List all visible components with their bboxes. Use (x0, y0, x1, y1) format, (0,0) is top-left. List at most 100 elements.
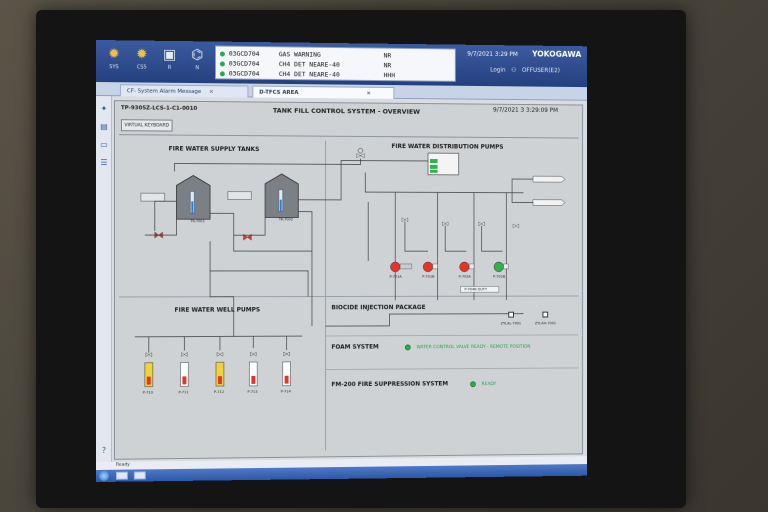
tank-tk-7001 (177, 175, 211, 219)
alarm-row[interactable]: 03GCD704 CH4 DET NEARE-40 HHH (219, 69, 453, 80)
level-transmitter-box (140, 193, 166, 203)
alarm-status-icon (219, 71, 225, 77)
section-biocide: BIOCIDE INJECTION PACKAGE (331, 304, 426, 312)
monitor-icon[interactable]: ▣ R (158, 47, 182, 77)
pump-p-702a-icon (460, 262, 474, 272)
discharge-arrow (533, 200, 565, 206)
pump-p-701b-icon (423, 262, 437, 272)
biocide-alarm-checkbox[interactable] (542, 311, 549, 318)
tab-tfcs-area[interactable]: D-TFCS AREA × (252, 85, 395, 99)
section-foam: FOAM SYSTEM (331, 343, 379, 351)
process-graphic: TP-9305Z-LCS-1-C1-0010 TANK FILL CONTROL… (113, 100, 584, 461)
user-area[interactable]: Login ⚇ OFFUSER(E2) (490, 67, 560, 75)
pump-p-701a-icon (390, 262, 411, 272)
biocide-alarm-checkbox[interactable] (508, 311, 514, 318)
alarm-level: NR (383, 51, 392, 60)
pipe (326, 172, 533, 326)
valve-icon (217, 352, 223, 356)
user-icon: ⚇ (511, 66, 517, 74)
system-clock: 9/7/2021 3:29 PM (467, 50, 518, 59)
icon-label: R (167, 64, 172, 71)
tab-alarm-message[interactable]: CF- System Alarm Message × (119, 84, 249, 98)
close-icon[interactable]: × (209, 89, 214, 95)
login-link[interactable]: Login (490, 67, 505, 74)
duty-label[interactable]: P-704B DUTY (464, 287, 487, 291)
alarm-status-icon (219, 61, 225, 67)
section-supply-tanks: FIRE WATER SUPPLY TANKS (168, 145, 260, 154)
icon-label: SYS (109, 64, 119, 71)
trend-icon[interactable]: ▤ (99, 122, 109, 132)
alarm-level: NR (383, 61, 392, 70)
alarm-level: HHH (383, 71, 396, 80)
valve-icon (181, 353, 187, 357)
biocide-alarm-tag: ZYLAH-7001 (534, 321, 557, 326)
foam-status-text: WATER CONTROL VALVE READY - REMOTE POSIT… (416, 344, 531, 351)
biocide-alarm-tag: ZYLAL-7001 (500, 321, 522, 326)
alarm-status-icon (219, 51, 225, 57)
pid-diagram (115, 101, 584, 461)
pump-tag[interactable]: P-702B (493, 275, 505, 279)
process-icon[interactable]: ✹ CS5 (130, 46, 154, 76)
valve-icon (402, 218, 408, 222)
section-divider (326, 368, 579, 370)
alarm-banner[interactable]: 03GCD704 GAS WARNING NR 03GCD704 CH4 DET… (215, 45, 456, 82)
foam-status-led (404, 344, 411, 351)
alarm-message: GAS WARNING (278, 50, 321, 59)
taskbar-app[interactable] (115, 471, 128, 480)
level-transmitter-box (228, 192, 252, 200)
system-toolbar: ✹ SYS ✹ CS5 ▣ R ⌬ N 03GCD704 GAS WARNING… (96, 40, 587, 88)
user-name: OFFUSER(E2) (521, 66, 560, 75)
fm200-status-text: READY (481, 382, 497, 388)
start-button[interactable] (98, 470, 109, 481)
well-pump-tag[interactable]: P-710 (143, 391, 153, 395)
alarm-tag: 03GCD704 (228, 59, 260, 68)
well-pump-p-712-icon (216, 362, 224, 386)
icon-label: CS5 (136, 64, 147, 71)
valve-icon (513, 224, 519, 228)
pump-tag[interactable]: P-701A (389, 275, 401, 279)
pump-tag[interactable]: P-701B (422, 275, 434, 279)
help-icon[interactable]: ? (99, 446, 109, 456)
section-distribution-pumps: FIRE WATER DISTRIBUTION PUMPS (391, 143, 504, 151)
well-pump-p-713-icon (249, 362, 257, 386)
section-fm200: FM-200 FIRE SUPPRESSION SYSTEM (331, 380, 449, 389)
alarm-message: CH4 DET NEARE-40 (278, 70, 340, 79)
section-divider (326, 335, 579, 336)
discharge-arrow (533, 176, 565, 182)
valve-icon (479, 222, 485, 226)
taskbar-app[interactable] (133, 471, 146, 480)
fm200-status-led (470, 381, 476, 388)
control-valve-icon (357, 148, 365, 157)
well-pump-p-710-icon (145, 363, 153, 387)
tank-tk-7002 (265, 174, 298, 218)
close-icon[interactable]: × (366, 91, 370, 97)
section-divider (119, 296, 578, 297)
navigate-icon[interactable]: ✦ (99, 104, 109, 114)
valve-icon (146, 353, 152, 357)
alarm-message: CH4 DET NEARE-40 (278, 60, 340, 69)
alarm-tag: 03GCD704 (228, 49, 260, 58)
well-pump-p-714-icon (283, 362, 291, 386)
tank-tag[interactable]: TK-7002 (279, 217, 293, 221)
sun-icon[interactable]: ✹ SYS (102, 46, 126, 76)
section-well-pumps: FIRE WATER WELL PUMPS (174, 306, 261, 314)
pipe (175, 157, 448, 200)
pump-tag[interactable]: P-702A (459, 275, 471, 279)
network-icon[interactable]: ⌬ N (185, 47, 209, 77)
hmi-screen: ✹ SYS ✹ CS5 ▣ R ⌬ N 03GCD704 GAS WARNING… (96, 40, 587, 482)
valve-icon (250, 352, 256, 356)
brand-logo: YOKOGAWA (532, 49, 582, 59)
icon-label: N (195, 65, 200, 72)
well-pump-tag[interactable]: P-713 (247, 390, 257, 394)
tank-tag[interactable]: TK-7001 (190, 219, 204, 223)
valve-icon (284, 352, 290, 356)
window-icon[interactable]: ▭ (99, 140, 109, 150)
valve-icon (442, 222, 448, 226)
well-pump-tag[interactable]: P-714 (281, 390, 291, 394)
alarm-tag: 03GCD704 (228, 69, 260, 78)
well-pump-p-711-icon (180, 362, 188, 386)
tool-strip: ✦ ▤ ▭ ☰ ? (96, 96, 112, 464)
well-pump-tag[interactable]: P-711 (178, 390, 188, 394)
list-icon[interactable]: ☰ (99, 158, 109, 168)
well-pump-tag[interactable]: P-712 (214, 390, 224, 394)
